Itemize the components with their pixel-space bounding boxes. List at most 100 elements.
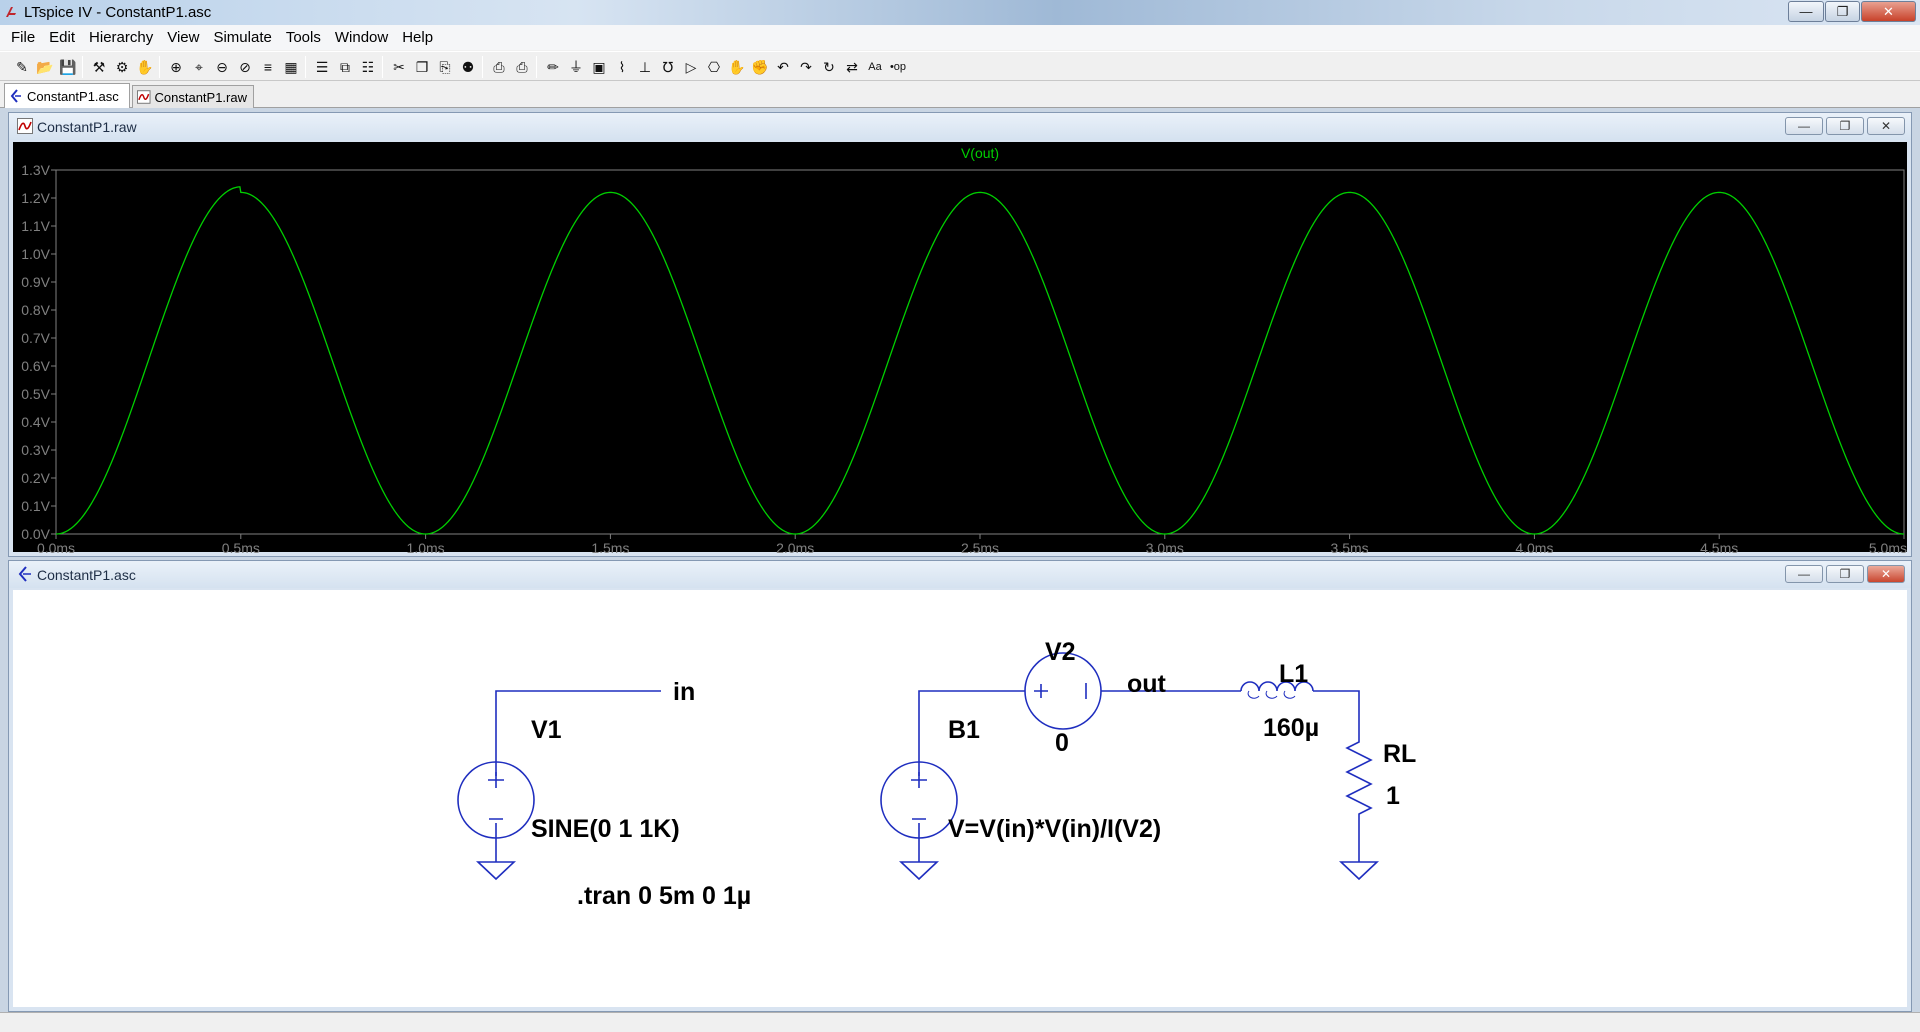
waveform-window-title-bar[interactable]: ConstantP1.raw (9, 113, 1911, 140)
rl-value[interactable]: 1 (1386, 782, 1400, 810)
y-tick-label: 0.3V (21, 442, 50, 458)
waveform-window: ConstantP1.raw — ❐ ✕ 0.0V 0.1V 0.2V 0.3V 0.4… (8, 112, 1912, 557)
tile-vertical-icon[interactable]: ☷ (358, 57, 378, 77)
resistor-icon[interactable]: ⌇ (612, 57, 632, 77)
resistor-rl[interactable] (1345, 735, 1373, 855)
paste-icon[interactable]: ⎘ (435, 57, 455, 77)
plot-pane[interactable]: 0.0V 0.1V 0.2V 0.3V 0.4V 0.5V 0.6V 0.7V 0.8V 0.9V… (13, 142, 1909, 556)
tab-schematic[interactable]: ConstantP1.asc (4, 83, 130, 108)
tab-waveform[interactable]: ConstantP1.raw (132, 85, 254, 108)
print-preview-icon[interactable]: ⎙ (489, 57, 509, 77)
undo-icon[interactable]: ↶ (773, 57, 793, 77)
menu-view[interactable]: View (160, 27, 206, 48)
trace-label-v-out[interactable]: V(out) (961, 145, 999, 161)
ground-symbol[interactable] (475, 855, 517, 881)
zoom-pan-icon[interactable]: ⌖ (189, 57, 209, 77)
copy-icon[interactable]: ❐ (412, 57, 432, 77)
grid-icon[interactable]: ▦ (281, 57, 301, 77)
ground-symbol[interactable] (898, 855, 940, 881)
schematic-drawing[interactable]: in V1 SINE(0 1 1K) V2 0 out B1 V=V(in)*V… (13, 590, 1909, 1009)
menu-help[interactable]: Help (395, 27, 440, 48)
mdi-client-area: ConstantP1.raw — ❐ ✕ 0.0V 0.1V 0.2V 0.3V 0.4… (0, 108, 1920, 1012)
draw-wire-icon[interactable]: ✏ (543, 57, 563, 77)
schematic-minimize-button[interactable]: — (1785, 565, 1823, 583)
cascade-icon[interactable]: ⧉ (335, 57, 355, 77)
toolbar: ✎ 📂 💾 ⚒ ⚙ ✋ ⊕ ⌖ ⊖ ⊘ ≡ ▦ ☰ ⧉ ☷ ✂ ❐ ⎘ ⚉ ⎙ ⎙ ✏ ⏚ ▣ ⌇ ⊥ ℧ ▷ ⎔ ✋ ✊ ↶ ↷ ↻ ⇄ Aa •op (0, 51, 1920, 81)
waveform-close-button[interactable]: ✕ (1867, 117, 1905, 135)
y-tick-label: 1.3V (21, 162, 50, 178)
move-icon[interactable]: ✋ (727, 57, 747, 77)
open-icon[interactable]: 📂 (35, 57, 55, 77)
rotate-icon[interactable]: ↻ (819, 57, 839, 77)
save-icon[interactable]: 💾 (58, 57, 78, 77)
menu-simulate[interactable]: Simulate (206, 27, 278, 48)
new-schematic-icon[interactable]: ✎ (12, 57, 32, 77)
schematic-canvas[interactable]: in V1 SINE(0 1 1K) V2 0 out B1 V=V(in)*V… (13, 590, 1907, 1007)
rl-name[interactable]: RL (1383, 740, 1416, 768)
waveform-maximize-button[interactable]: ❐ (1826, 117, 1864, 135)
schematic-window-title-bar[interactable]: ConstantP1.asc (9, 561, 1911, 588)
zoom-out-icon[interactable]: ⊖ (212, 57, 232, 77)
y-tick-label: 0.9V (21, 274, 50, 290)
tile-horizontal-icon[interactable]: ☰ (312, 57, 332, 77)
y-tick-label: 0.4V (21, 414, 50, 430)
mirror-icon[interactable]: ⇄ (842, 57, 862, 77)
print-icon[interactable]: ⎙ (512, 57, 532, 77)
ground-icon[interactable]: ⏚ (566, 57, 586, 77)
capacitor-icon[interactable]: ⊥ (635, 57, 655, 77)
redo-icon[interactable]: ↷ (796, 57, 816, 77)
x-tick-label: 4.5ms (1700, 540, 1738, 554)
trace-v-out[interactable] (55, 186, 1905, 535)
zoom-fit-icon[interactable]: ⊘ (235, 57, 255, 77)
menu-window[interactable]: Window (328, 27, 395, 48)
v2-name[interactable]: V2 (1045, 638, 1076, 666)
tab-label: ConstantP1.asc (27, 88, 119, 104)
spice-directive-icon[interactable]: •op (888, 57, 908, 77)
control-panel-icon[interactable]: ⚒ (89, 57, 109, 77)
l1-name[interactable]: L1 (1279, 660, 1308, 688)
drag-icon[interactable]: ✊ (750, 57, 770, 77)
document-tab-bar: ConstantP1.asc ConstantP1.raw (0, 82, 1920, 108)
wire[interactable] (1313, 690, 1360, 735)
run-icon[interactable]: ⚙ (112, 57, 132, 77)
x-tick-label: 4.0ms (1515, 540, 1553, 554)
autorange-icon[interactable]: ≡ (258, 57, 278, 77)
inductor-icon[interactable]: ℧ (658, 57, 678, 77)
minimize-button[interactable]: — (1788, 1, 1824, 22)
waveform-minimize-button[interactable]: — (1785, 117, 1823, 135)
plus-minus-marks (1034, 683, 1087, 699)
x-tick-label: 2.0ms (776, 540, 814, 554)
schematic-close-button[interactable]: ✕ (1867, 565, 1905, 583)
title-bar[interactable]: LTspice IV - ConstantP1.asc — ❐ ✕ (0, 0, 1920, 25)
text-icon[interactable]: Aa (865, 57, 885, 77)
menu-hierarchy[interactable]: Hierarchy (82, 27, 160, 48)
toolbar-separator (382, 56, 383, 78)
v1-value[interactable]: SINE(0 1 1K) (531, 815, 680, 843)
l1-value[interactable]: 160µ (1263, 714, 1319, 742)
waveform-window-title: ConstantP1.raw (37, 118, 137, 135)
label-net-icon[interactable]: ▣ (589, 57, 609, 77)
menu-tools[interactable]: Tools (279, 27, 328, 48)
menu-file[interactable]: File (4, 27, 42, 48)
menu-edit[interactable]: Edit (42, 27, 82, 48)
wire[interactable] (495, 690, 661, 776)
net-label-out[interactable]: out (1127, 670, 1167, 698)
waveform-plot[interactable]: 0.0V0.1V0.2V0.3V0.4V0.5V0.6V0.7V0.8V0.9V… (13, 142, 1909, 556)
spice-directive[interactable]: .tran 0 5m 0 1µ (577, 882, 751, 910)
net-label-in[interactable]: in (673, 678, 695, 706)
close-button[interactable]: ✕ (1861, 1, 1916, 22)
b1-value[interactable]: V=V(in)*V(in)/I(V2) (948, 815, 1161, 843)
toolbar-separator (482, 56, 483, 78)
diode-icon[interactable]: ▷ (681, 57, 701, 77)
b1-name[interactable]: B1 (948, 716, 980, 744)
v1-name[interactable]: V1 (531, 716, 562, 744)
v2-value[interactable]: 0 (1055, 729, 1069, 757)
maximize-button[interactable]: ❐ (1825, 1, 1860, 22)
cut-icon[interactable]: ✂ (389, 57, 409, 77)
halt-icon[interactable]: ✋ (135, 57, 155, 77)
ground-symbol[interactable] (1338, 855, 1380, 881)
zoom-in-icon[interactable]: ⊕ (166, 57, 186, 77)
schematic-maximize-button[interactable]: ❐ (1826, 565, 1864, 583)
find-icon[interactable]: ⚉ (458, 57, 478, 77)
component-icon[interactable]: ⎔ (704, 57, 724, 77)
